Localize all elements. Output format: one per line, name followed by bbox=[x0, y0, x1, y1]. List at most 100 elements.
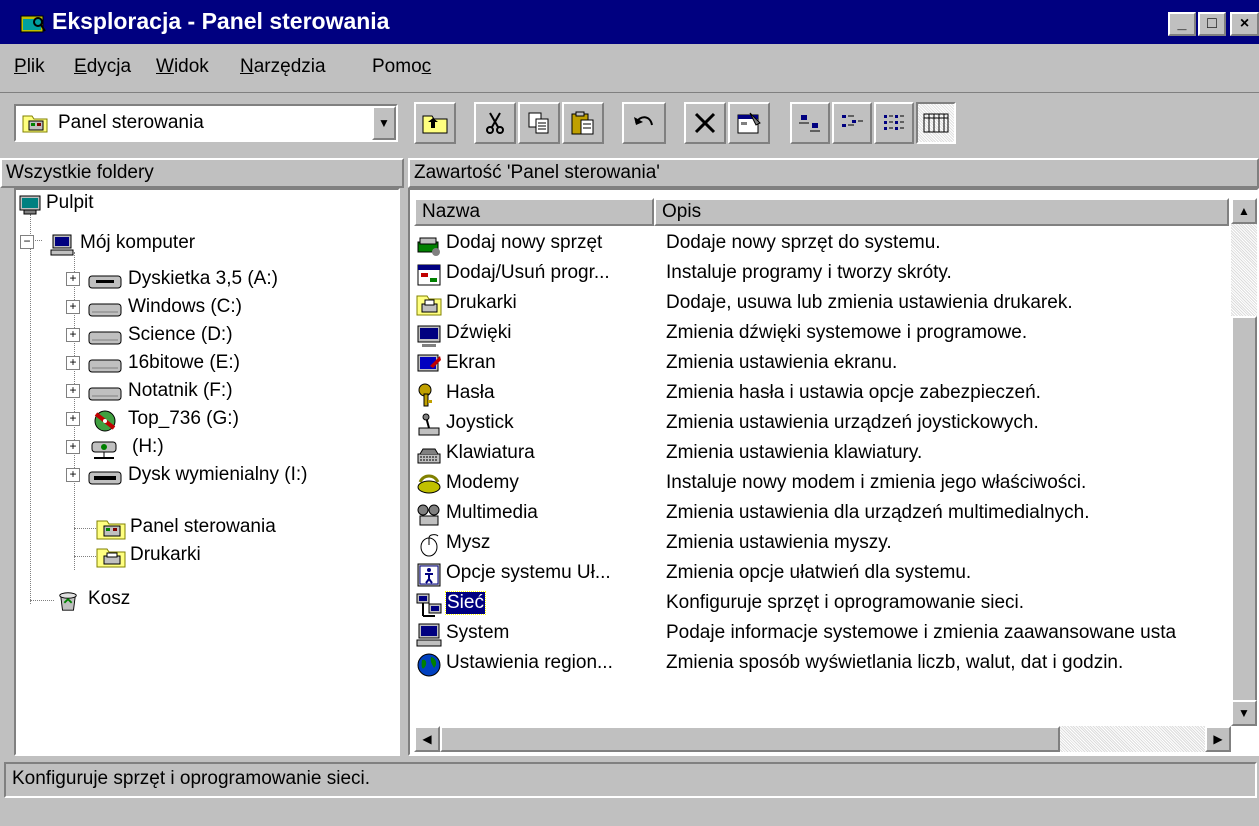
expand-toggle[interactable]: + bbox=[66, 384, 80, 398]
small-icons-icon bbox=[842, 115, 863, 127]
scroll-up-button[interactable]: ▲ bbox=[1231, 198, 1257, 224]
chevron-down-icon: ▼ bbox=[378, 116, 390, 130]
mouse-icon bbox=[420, 534, 439, 557]
desktop-icon bbox=[19, 195, 41, 215]
list-view-button[interactable] bbox=[874, 102, 914, 144]
column-header-description[interactable]: Opis bbox=[654, 198, 1229, 226]
delete-icon bbox=[694, 112, 716, 134]
paste-icon bbox=[571, 111, 594, 135]
expand-toggle[interactable]: + bbox=[66, 356, 80, 370]
menu-narzedzia[interactable]: Narzędzia bbox=[240, 56, 326, 78]
tree-line bbox=[74, 528, 96, 529]
drive-icon bbox=[88, 303, 122, 317]
tree-line bbox=[30, 214, 31, 604]
vertical-scroll-thumb[interactable] bbox=[1231, 316, 1257, 708]
explorer-icon bbox=[20, 15, 46, 33]
arrow-left-icon: ◀ bbox=[422, 732, 432, 746]
address-dropdown-button[interactable]: ▼ bbox=[372, 106, 396, 140]
system-icon bbox=[416, 623, 442, 647]
status-text: Konfiguruje sprzęt i oprogramowanie siec… bbox=[4, 762, 1257, 798]
control-panel-icon bbox=[22, 115, 48, 133]
content-list[interactable]: Nazwa Opis Dodaj nowy sprzęt Dodaje nowy… bbox=[408, 188, 1259, 756]
column-header-name[interactable]: Nazwa bbox=[414, 198, 654, 226]
cdrom-icon bbox=[94, 410, 116, 432]
passwords-icon bbox=[418, 383, 432, 407]
paste-button[interactable] bbox=[562, 102, 604, 144]
modems-icon bbox=[417, 474, 441, 494]
expand-toggle[interactable]: + bbox=[66, 300, 80, 314]
menu-bar: Plik Edycja Widok Narzędzia Pomoc bbox=[0, 46, 1259, 90]
scroll-right-button[interactable]: ▶ bbox=[1205, 726, 1231, 752]
undo-icon bbox=[634, 116, 653, 126]
expand-toggle[interactable]: + bbox=[66, 328, 80, 342]
undo-button[interactable] bbox=[622, 102, 666, 144]
title-bar[interactable]: Eksploracja - Panel sterowania _ □ × bbox=[0, 0, 1259, 44]
properties-icon bbox=[737, 112, 761, 134]
display-icon bbox=[417, 354, 441, 372]
address-value: Panel sterowania bbox=[58, 112, 204, 133]
content-pane-header: Zawartość 'Panel sterowania' bbox=[408, 158, 1259, 188]
close-button[interactable]: × bbox=[1230, 12, 1259, 36]
up-folder-icon bbox=[422, 115, 448, 134]
floppy-icon bbox=[88, 275, 122, 289]
tree-pane-header: Wszystkie foldery bbox=[0, 158, 404, 188]
tree-line bbox=[74, 556, 96, 557]
delete-button[interactable] bbox=[684, 102, 726, 144]
arrow-right-icon: ▶ bbox=[1213, 732, 1223, 746]
regional-settings-icon bbox=[417, 653, 441, 677]
menu-widok[interactable]: Widok bbox=[156, 56, 209, 78]
tree-line bbox=[30, 600, 54, 601]
window-title: Eksploracja - Panel sterowania bbox=[52, 8, 390, 34]
drive-icon bbox=[88, 331, 122, 345]
add-remove-programs-icon bbox=[417, 264, 441, 286]
address-combo[interactable]: Panel sterowania ▼ bbox=[14, 104, 398, 142]
large-icons-icon bbox=[799, 115, 820, 132]
maximize-icon: □ bbox=[1207, 15, 1217, 32]
printers-icon bbox=[416, 295, 442, 316]
list-rows: Dodaj nowy sprzęt Dodaje nowy sprzęt do … bbox=[412, 228, 1227, 720]
large-icons-button[interactable] bbox=[790, 102, 830, 144]
arrow-up-icon: ▲ bbox=[1238, 204, 1250, 218]
add-hardware-icon bbox=[417, 237, 440, 256]
menu-edycja[interactable]: Edycja bbox=[74, 56, 131, 78]
list-icon bbox=[884, 115, 904, 130]
printers-folder-icon bbox=[96, 548, 126, 568]
collapse-toggle[interactable]: − bbox=[20, 235, 34, 249]
expand-toggle[interactable]: + bbox=[66, 440, 80, 454]
joystick-icon bbox=[418, 413, 440, 436]
expand-toggle[interactable]: + bbox=[66, 412, 80, 426]
network-icon bbox=[416, 593, 442, 617]
cut-button[interactable] bbox=[474, 102, 516, 144]
accessibility-icon bbox=[417, 563, 441, 587]
keyboard-icon bbox=[417, 448, 441, 464]
multimedia-icon bbox=[417, 504, 440, 526]
minimize-icon: _ bbox=[1177, 15, 1187, 32]
details-view-button[interactable] bbox=[916, 102, 956, 144]
details-icon bbox=[923, 113, 949, 133]
copy-icon bbox=[528, 112, 549, 134]
expand-toggle[interactable]: + bbox=[66, 272, 80, 286]
small-icons-button[interactable] bbox=[832, 102, 872, 144]
maximize-button[interactable]: □ bbox=[1198, 12, 1226, 36]
scroll-down-button[interactable]: ▼ bbox=[1231, 700, 1257, 726]
horizontal-scroll-thumb[interactable] bbox=[440, 726, 1060, 752]
drive-icon bbox=[88, 387, 122, 401]
copy-button[interactable] bbox=[518, 102, 560, 144]
minimize-button[interactable]: _ bbox=[1168, 12, 1196, 36]
menu-pomoc[interactable]: Pomoc bbox=[372, 56, 431, 78]
network-drive-icon bbox=[91, 441, 117, 459]
folder-tree[interactable]: Pulpit − Mój komputer + Dyskietka 3,5 (A… bbox=[14, 188, 400, 756]
drive-icon bbox=[88, 359, 122, 373]
arrow-down-icon: ▼ bbox=[1238, 706, 1250, 720]
properties-button[interactable] bbox=[728, 102, 770, 144]
removable-drive-icon bbox=[88, 471, 122, 485]
up-folder-button[interactable] bbox=[414, 102, 456, 144]
status-bar: Konfiguruje sprzęt i oprogramowanie siec… bbox=[0, 758, 1259, 826]
scroll-left-button[interactable]: ◀ bbox=[414, 726, 440, 752]
cut-icon bbox=[486, 112, 504, 134]
menu-plik[interactable]: Plik bbox=[14, 56, 45, 78]
control-panel-folder-icon bbox=[96, 520, 126, 540]
sounds-icon bbox=[417, 325, 441, 347]
close-icon: × bbox=[1239, 15, 1250, 32]
expand-toggle[interactable]: + bbox=[66, 468, 80, 482]
